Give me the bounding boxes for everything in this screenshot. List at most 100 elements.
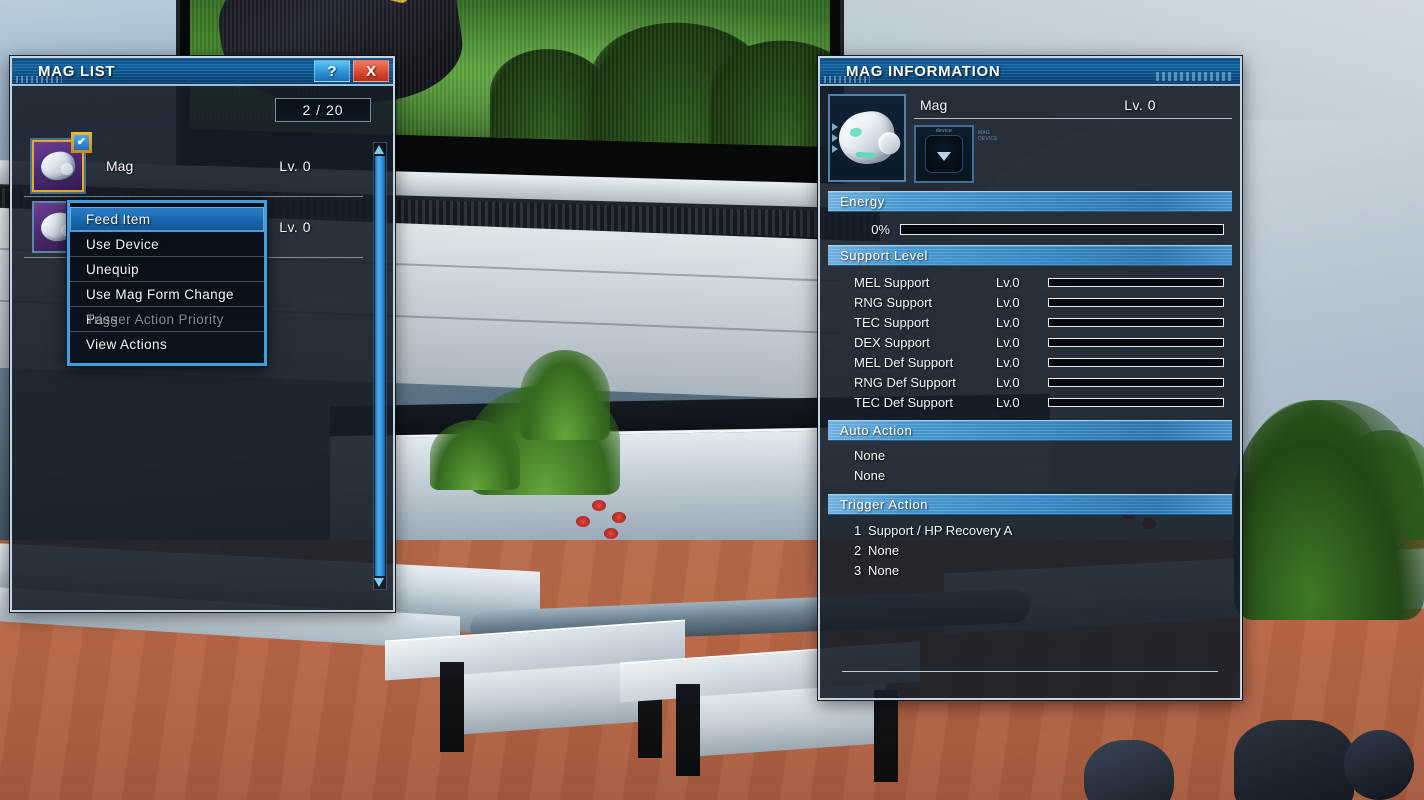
mag-list-titlebar[interactable]: MAG LIST ? X xyxy=(12,58,393,86)
mag-row-level: Lv. 0 xyxy=(279,158,311,174)
section-header-trigger-action: Trigger Action xyxy=(828,494,1232,515)
mag-row-name: Mag xyxy=(106,158,134,174)
context-menu-item-feed-item[interactable]: Feed Item xyxy=(70,207,264,232)
support-stat-name: MEL Support xyxy=(854,274,930,290)
billboard-bush xyxy=(710,38,830,147)
context-menu-item-unequip[interactable]: Unequip xyxy=(70,257,264,282)
mag-portrait-icon xyxy=(834,107,900,169)
mag-device-slot[interactable]: device xyxy=(914,125,974,183)
trigger-action-item[interactable]: 2 None xyxy=(854,540,1232,560)
mag-info-titlebar[interactable]: MAG INFORMATION xyxy=(820,58,1240,86)
trigger-action-item[interactable]: 1 Support / HP Recovery A xyxy=(854,520,1232,540)
support-stat-row: TEC Support Lv.0 xyxy=(828,312,1232,332)
bench-leg xyxy=(676,684,700,776)
support-stat-name: TEC Def Support xyxy=(854,394,953,410)
mag-list-scrollbar[interactable] xyxy=(373,142,387,590)
support-stat-row: DEX Support Lv.0 xyxy=(828,332,1232,352)
mag-portrait-frame[interactable] xyxy=(828,94,906,182)
mag-context-menu: Feed Item Use Device Unequip Use Mag For… xyxy=(67,200,267,366)
context-menu-item-use-mag-form-change-pass[interactable]: Use Mag Form Change Pass xyxy=(70,282,264,327)
device-slot-label: device xyxy=(935,128,953,134)
scroll-up-arrow-icon[interactable] xyxy=(374,145,384,154)
titlebar-decoration-left xyxy=(824,76,870,83)
context-menu-item-trigger-action-priority: Trigger Action Priority xyxy=(70,307,264,332)
trigger-action-item[interactable]: 3 None xyxy=(854,560,1232,580)
device-slot-inner xyxy=(925,135,963,173)
energy-bar xyxy=(900,224,1224,235)
section-header-support-level: Support Level xyxy=(828,245,1232,266)
support-stat-row: RNG Def Support Lv.0 xyxy=(828,372,1232,392)
billboard-bush xyxy=(490,47,610,141)
support-stat-level: Lv.0 xyxy=(996,274,1020,290)
mag-info-header-area: Mag Lv. 0 device MAG DEVICE xyxy=(828,94,1232,183)
support-stat-level: Lv.0 xyxy=(996,294,1020,310)
support-stat-level: Lv.0 xyxy=(996,354,1020,370)
support-stat-row: TEC Def Support Lv.0 xyxy=(828,392,1232,412)
scroll-down-arrow-icon[interactable] xyxy=(374,578,384,587)
device-slot-area: device MAG DEVICE xyxy=(914,125,1232,183)
mag-counter-wrap: 2 / 20 xyxy=(275,98,371,122)
context-menu-item-use-device[interactable]: Use Device xyxy=(70,232,264,257)
mag-portrait-fin xyxy=(855,151,877,159)
support-stat-bar xyxy=(1048,317,1224,327)
trigger-action-label: None xyxy=(868,542,900,558)
close-button[interactable]: X xyxy=(353,60,389,82)
section-header-energy: Energy xyxy=(828,191,1232,212)
mag-creature-icon xyxy=(38,148,78,184)
energy-row: 0% xyxy=(828,222,1232,237)
auto-action-item[interactable]: None xyxy=(854,446,1232,466)
support-stat-row: MEL Support Lv.0 xyxy=(828,272,1232,292)
section-header-auto-action: Auto Action xyxy=(828,420,1232,441)
support-stat-bar xyxy=(1048,337,1224,347)
mag-info-body: Mag Lv. 0 device MAG DEVICE Energy 0% Su… xyxy=(820,86,1240,696)
trigger-action-number: 2 xyxy=(854,542,862,558)
support-stat-name: MEL Def Support xyxy=(854,354,954,370)
bench-leg xyxy=(440,662,464,752)
support-level-header-label: Support Level xyxy=(840,248,929,263)
bench-leg xyxy=(874,690,898,782)
auto-action-item[interactable]: None xyxy=(854,466,1232,486)
support-stat-name: RNG Support xyxy=(854,294,933,310)
foreground-object-tertiary xyxy=(1084,740,1174,800)
mag-name: Mag xyxy=(920,97,948,113)
billboard-figure-accent xyxy=(338,0,412,5)
support-stat-list: MEL Support Lv.0 RNG Support Lv.0 TEC Su… xyxy=(828,272,1232,412)
support-stat-name: DEX Support xyxy=(854,334,930,350)
plant-foliage xyxy=(520,350,610,440)
mag-info-footer-divider xyxy=(842,671,1218,672)
support-stat-row: MEL Def Support Lv.0 xyxy=(828,352,1232,372)
support-stat-bar xyxy=(1048,357,1224,367)
mag-name-row: Mag Lv. 0 xyxy=(914,94,1232,119)
flower xyxy=(576,516,590,527)
titlebar-decoration-left xyxy=(16,76,62,83)
support-stat-name: RNG Def Support xyxy=(854,374,956,390)
trigger-action-header-label: Trigger Action xyxy=(840,497,929,512)
titlebar-decoration-right xyxy=(1156,72,1232,81)
device-slot-tag: MAG DEVICE xyxy=(978,130,998,142)
foreground-object-secondary xyxy=(1344,730,1414,800)
flower xyxy=(612,512,626,523)
trigger-action-number: 3 xyxy=(854,562,862,578)
flower xyxy=(604,528,618,539)
right-plant xyxy=(1234,400,1424,620)
help-button[interactable]: ? xyxy=(314,60,350,82)
support-stat-level: Lv.0 xyxy=(996,314,1020,330)
support-stat-bar xyxy=(1048,377,1224,387)
support-stat-bar xyxy=(1048,277,1224,287)
support-stat-level: Lv.0 xyxy=(996,394,1020,410)
trigger-action-label: None xyxy=(868,562,900,578)
auto-action-list: None None xyxy=(828,446,1232,486)
mag-list-row-1[interactable]: ✔ Mag Lv. 0 xyxy=(24,132,363,197)
context-menu-item-view-actions[interactable]: View Actions xyxy=(70,332,264,357)
portrait-arrow-icons xyxy=(832,123,838,153)
support-stat-name: TEC Support xyxy=(854,314,930,330)
plant-foliage xyxy=(430,420,520,490)
mag-list-title-buttons: ? X xyxy=(314,60,389,82)
chevron-down-icon xyxy=(937,151,951,161)
scrollbar-thumb[interactable] xyxy=(375,156,385,576)
support-stat-bar xyxy=(1048,297,1224,307)
mag-icon-equipped[interactable]: ✔ xyxy=(32,132,92,192)
billboard-distant-figure xyxy=(746,53,776,115)
mag-row-level: Lv. 0 xyxy=(279,219,311,235)
equipped-checkmark-icon: ✔ xyxy=(71,132,92,153)
